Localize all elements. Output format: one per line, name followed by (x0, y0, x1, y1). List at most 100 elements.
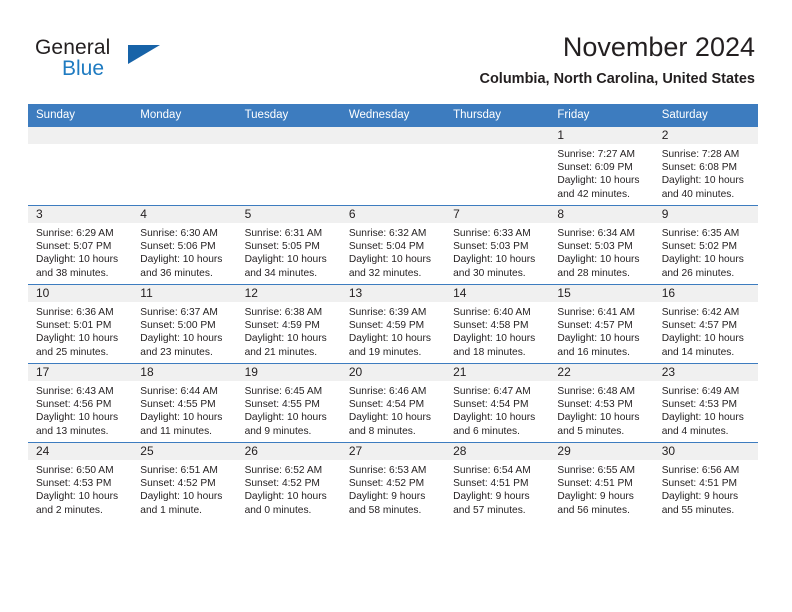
daylight-text-line1: Daylight: 10 hours (661, 254, 744, 266)
calendar-day-cell[interactable]: 11 Sunrise: 6:37 AM Sunset: 5:00 PM Dayligh… (132, 284, 237, 364)
day-details: Sunrise: 6:53 AM Sunset: 4:52 PM Daylight:… (341, 460, 445, 517)
daylight-text-line1: Daylight: 10 hours (661, 333, 744, 345)
calendar-week-row: 1 Sunrise: 7:27 AM Sunset: 6:09 PM Daylight… (28, 126, 758, 206)
calendar-day-cell[interactable]: 22 Sunrise: 6:48 AM Sunset: 4:53 PM Dayligh… (549, 363, 654, 443)
page-header: General Blue November 2024 Columbia, Nor… (0, 0, 792, 104)
daylight-text-line2: and 4 minutes. (661, 425, 729, 437)
day-details: Sunrise: 6:44 AM Sunset: 4:55 PM Daylight:… (132, 381, 236, 438)
sunset-text: Sunset: 6:09 PM (557, 162, 633, 174)
sunrise-text: Sunrise: 6:51 AM (140, 465, 218, 476)
sunset-text: Sunset: 4:52 PM (244, 478, 320, 490)
calendar-day-cell[interactable]: 23 Sunrise: 6:49 AM Sunset: 4:53 PM Dayligh… (653, 363, 758, 443)
day-details: Sunrise: 6:32 AM Sunset: 5:04 PM Daylight:… (341, 223, 445, 280)
sunrise-text: Sunrise: 6:31 AM (244, 228, 323, 239)
day-details: Sunrise: 6:43 AM Sunset: 4:56 PM Daylight:… (28, 381, 132, 438)
daylight-text-line1: Daylight: 10 hours (348, 254, 431, 266)
sunrise-text: Sunrise: 6:33 AM (453, 228, 531, 239)
day-number: 11 (132, 285, 237, 302)
daylight-text-line1: Daylight: 10 hours (244, 491, 327, 503)
calendar-day-cell[interactable]: 3 Sunrise: 6:29 AM Sunset: 5:07 PM Daylight… (28, 205, 133, 285)
calendar-week-row: 17 Sunrise: 6:43 AM Sunset: 4:56 PM Dayligh… (28, 363, 758, 443)
calendar-day-cell[interactable]: 19 Sunrise: 6:45 AM Sunset: 4:55 PM Dayligh… (236, 363, 341, 443)
calendar-day-cell[interactable]: 13 Sunrise: 6:39 AM Sunset: 4:59 PM Dayligh… (340, 284, 446, 364)
daylight-text-line2: and 14 minutes. (661, 346, 735, 358)
sunrise-text: Sunrise: 6:37 AM (140, 307, 218, 318)
day-details: Sunrise: 6:34 AM Sunset: 5:03 PM Daylight:… (549, 223, 653, 280)
daylight-text-line2: and 9 minutes. (244, 425, 312, 437)
sunset-text: Sunset: 4:58 PM (453, 320, 529, 332)
daylight-text-line1: Daylight: 10 hours (453, 333, 536, 345)
sunrise-text: Sunrise: 6:56 AM (661, 465, 740, 476)
day-details: Sunrise: 6:56 AM Sunset: 4:51 PM Daylight:… (654, 460, 758, 517)
sunset-text: Sunset: 4:59 PM (244, 320, 320, 332)
calendar-day-cell[interactable]: 12 Sunrise: 6:38 AM Sunset: 4:59 PM Dayligh… (236, 284, 341, 364)
sunrise-text: Sunrise: 6:30 AM (140, 228, 218, 239)
day-details: Sunrise: 6:51 AM Sunset: 4:52 PM Daylight:… (132, 460, 236, 517)
calendar-day-cell[interactable]: 21 Sunrise: 6:47 AM Sunset: 4:54 PM Dayligh… (445, 363, 550, 443)
day-number (28, 127, 133, 144)
daylight-text-line2: and 1 minute. (140, 504, 203, 516)
sunset-text: Sunset: 4:51 PM (453, 478, 529, 490)
calendar-day-cell[interactable]: 16 Sunrise: 6:42 AM Sunset: 4:57 PM Dayligh… (653, 284, 758, 364)
day-number (340, 127, 446, 144)
calendar-day-cell[interactable]: 7 Sunrise: 6:33 AM Sunset: 5:03 PM Daylight… (445, 205, 550, 285)
calendar-day-cell[interactable]: 1 Sunrise: 7:27 AM Sunset: 6:09 PM Daylight… (549, 126, 654, 206)
sunset-text: Sunset: 4:51 PM (557, 478, 633, 490)
brand-logo[interactable]: General Blue (35, 36, 235, 86)
day-number: 3 (28, 206, 133, 223)
daylight-text-line1: Daylight: 10 hours (661, 175, 744, 187)
day-details: Sunrise: 6:35 AM Sunset: 5:02 PM Daylight:… (654, 223, 758, 280)
day-details: Sunrise: 6:46 AM Sunset: 4:54 PM Daylight:… (341, 381, 445, 438)
weekday-header-monday: Monday (132, 104, 237, 127)
sunset-text: Sunset: 6:08 PM (661, 162, 738, 174)
calendar-week-row: 10 Sunrise: 6:36 AM Sunset: 5:01 PM Dayligh… (28, 284, 758, 364)
sunset-text: Sunset: 5:01 PM (36, 320, 112, 332)
calendar-day-cell[interactable]: 15 Sunrise: 6:41 AM Sunset: 4:57 PM Dayligh… (549, 284, 654, 364)
day-number: 16 (653, 285, 758, 302)
calendar-day-cell[interactable]: 17 Sunrise: 6:43 AM Sunset: 4:56 PM Dayligh… (28, 363, 133, 443)
sunset-text: Sunset: 5:03 PM (453, 241, 529, 253)
calendar-day-cell[interactable]: 5 Sunrise: 6:31 AM Sunset: 5:05 PM Daylight… (236, 205, 341, 285)
calendar-day-cell[interactable]: 9 Sunrise: 6:35 AM Sunset: 5:02 PM Daylight… (653, 205, 758, 285)
day-number: 17 (28, 364, 133, 381)
calendar-day-cell[interactable]: 14 Sunrise: 6:40 AM Sunset: 4:58 PM Dayligh… (445, 284, 550, 364)
day-number: 1 (549, 127, 654, 144)
daylight-text-line1: Daylight: 9 hours (348, 491, 426, 503)
calendar-day-cell[interactable]: 26 Sunrise: 6:52 AM Sunset: 4:52 PM Dayligh… (236, 442, 341, 521)
day-details: Sunrise: 6:49 AM Sunset: 4:53 PM Daylight:… (654, 381, 758, 438)
daylight-text-line1: Daylight: 10 hours (36, 412, 119, 424)
calendar-day-cell[interactable]: 28 Sunrise: 6:54 AM Sunset: 4:51 PM Dayligh… (445, 442, 550, 521)
calendar-day-cell[interactable]: 29 Sunrise: 6:55 AM Sunset: 4:51 PM Dayligh… (549, 442, 654, 521)
calendar-day-cell[interactable]: 18 Sunrise: 6:44 AM Sunset: 4:55 PM Dayligh… (132, 363, 237, 443)
daylight-text-line2: and 58 minutes. (348, 504, 422, 516)
day-number: 10 (28, 285, 133, 302)
sunrise-text: Sunrise: 6:48 AM (557, 386, 635, 397)
day-number: 30 (653, 443, 758, 460)
calendar-day-cell[interactable]: 2 Sunrise: 7:28 AM Sunset: 6:08 PM Daylight… (653, 126, 758, 206)
sunset-text: Sunset: 4:53 PM (661, 399, 738, 411)
day-details: Sunrise: 6:40 AM Sunset: 4:58 PM Daylight:… (445, 302, 549, 359)
calendar-day-cell[interactable]: 20 Sunrise: 6:46 AM Sunset: 4:54 PM Dayligh… (340, 363, 446, 443)
day-details: Sunrise: 6:50 AM Sunset: 4:53 PM Daylight:… (28, 460, 132, 517)
sunset-text: Sunset: 4:53 PM (557, 399, 633, 411)
calendar-day-cell[interactable]: 30 Sunrise: 6:56 AM Sunset: 4:51 PM Dayligh… (653, 442, 758, 521)
calendar-day-cell[interactable]: 25 Sunrise: 6:51 AM Sunset: 4:52 PM Dayligh… (132, 442, 237, 521)
day-details: Sunrise: 6:54 AM Sunset: 4:51 PM Daylight:… (445, 460, 549, 517)
daylight-text-line2: and 40 minutes. (661, 188, 735, 200)
sunrise-text: Sunrise: 6:44 AM (140, 386, 218, 397)
calendar-day-cell[interactable]: 27 Sunrise: 6:53 AM Sunset: 4:52 PM Dayligh… (340, 442, 446, 521)
day-number: 13 (340, 285, 446, 302)
sunrise-text: Sunrise: 6:42 AM (661, 307, 740, 318)
calendar-day-cell[interactable]: 8 Sunrise: 6:34 AM Sunset: 5:03 PM Daylight… (549, 205, 654, 285)
calendar-day-cell[interactable]: 24 Sunrise: 6:50 AM Sunset: 4:53 PM Dayligh… (28, 442, 133, 521)
day-number: 5 (236, 206, 341, 223)
calendar-day-cell[interactable]: 6 Sunrise: 6:32 AM Sunset: 5:04 PM Daylight… (340, 205, 446, 285)
day-number: 19 (236, 364, 341, 381)
calendar-day-cell[interactable]: 4 Sunrise: 6:30 AM Sunset: 5:06 PM Daylight… (132, 205, 237, 285)
daylight-text-line2: and 5 minutes. (557, 425, 625, 437)
day-details: Sunrise: 6:37 AM Sunset: 5:00 PM Daylight:… (132, 302, 236, 359)
daylight-text-line2: and 57 minutes. (453, 504, 526, 516)
calendar-day-cell[interactable]: 10 Sunrise: 6:36 AM Sunset: 5:01 PM Dayligh… (28, 284, 133, 364)
day-details: Sunrise: 6:47 AM Sunset: 4:54 PM Daylight:… (445, 381, 549, 438)
sunrise-text: Sunrise: 7:28 AM (661, 149, 740, 160)
